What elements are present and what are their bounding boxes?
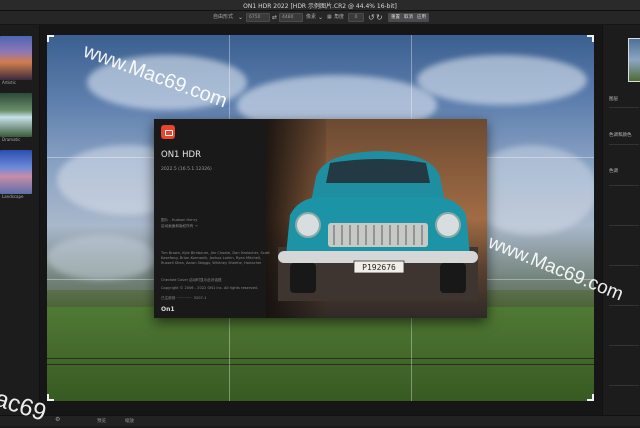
crop-handle[interactable] [47,35,54,42]
preview-toggle[interactable]: 预览 [97,418,106,424]
navigator-thumbnail[interactable] [628,38,640,82]
panel-section-layers[interactable]: 图层 [609,96,618,102]
about-copyright: Copyright © 2006 - 2022 ON1 Inc. All rig… [161,286,258,290]
settings-icon[interactable]: ⚙ [55,416,60,423]
zoom-control[interactable]: 缩放 [125,418,134,424]
rotate-right-icon[interactable]: ↻ [376,12,383,23]
right-panel: 图层 色调和颜色 色调 [602,25,640,415]
rotate-left-icon[interactable]: ↺ [368,12,375,23]
crop-toolbar: 自由形式 ⌄ 6750 ⇄ 4480 像素 ⌄ ▦ 角度 0 ↺ ↻ 重置 取消… [0,11,640,25]
width-field[interactable]: 6750 [246,13,270,22]
apply-button[interactable]: 应用 [414,13,429,22]
unit-select[interactable]: 像素 [306,13,316,22]
about-dialog[interactable]: P192676 ON1 HDR 2022.5 (16.5.1.12326) 图片… [154,119,487,318]
about-credit-link[interactable]: 启动画面和版权所有 → [161,224,271,229]
preset-dramatic[interactable]: Dramatic [0,93,32,143]
angle-label: 角度 [334,14,345,20]
title-bar: ON1 HDR 2022 [HDR 示例图片.CR2 @ 44.4% 16-bi… [0,0,640,11]
preset-label: Artistic [2,80,17,85]
preset-label: Dramatic [2,137,21,142]
crop-handle[interactable] [587,35,594,42]
about-credit: 图片 - Hudson Henry [161,218,198,222]
on1-logo-icon [161,125,175,139]
chevron-down-icon[interactable]: ⌄ [238,12,243,23]
preset-artistic[interactable]: Artistic [0,36,32,86]
swap-icon[interactable]: ⇄ [272,12,277,23]
preset-landscape[interactable]: Landscape [0,150,32,200]
license-plate: P192676 [362,263,396,272]
about-team: Tim Brown, Kyle Birnbaum, Jim Choate, Da… [161,251,270,265]
preset-thumbnail [0,150,32,194]
about-license: 已注册到 ·············· 3207-1 [161,296,207,300]
app-window: ON1 HDR 2022 [HDR 示例图片.CR2 @ 44.4% 16-bi… [0,0,640,427]
on1-brand-mark: On1 [161,306,175,313]
grid-toggle[interactable]: ▦ [327,13,332,22]
chevron-down-icon[interactable]: ⌄ [318,12,323,23]
about-show-checkbox[interactable]: Checked Cover 启动时显示此对话框 [161,278,271,283]
height-field[interactable]: 4480 [279,13,303,22]
preset-label: Landscape [2,194,24,199]
presets-panel: Artistic Dramatic Landscape [0,25,40,415]
aspect-mode-select[interactable]: 自由形式 [213,13,233,22]
status-bar: ⚙ 预览 缩放 [0,415,640,426]
panel-section-tone[interactable]: 色调 [609,168,618,174]
preset-thumbnail [0,93,32,137]
about-version: 2022.5 (16.5.1.12326) [161,167,212,172]
angle-field[interactable]: 0 [348,13,364,22]
car-illustration: P192676 [278,151,478,301]
grass-field [47,307,594,401]
fence [47,358,594,365]
about-app-name: ON1 HDR [161,150,202,160]
window-title: ON1 HDR 2022 [HDR 示例图片.CR2 @ 44.4% 16-bi… [243,3,397,10]
crop-handle[interactable] [587,394,594,401]
preset-thumbnail [0,36,32,80]
panel-section-color[interactable]: 色调和颜色 [609,132,632,138]
